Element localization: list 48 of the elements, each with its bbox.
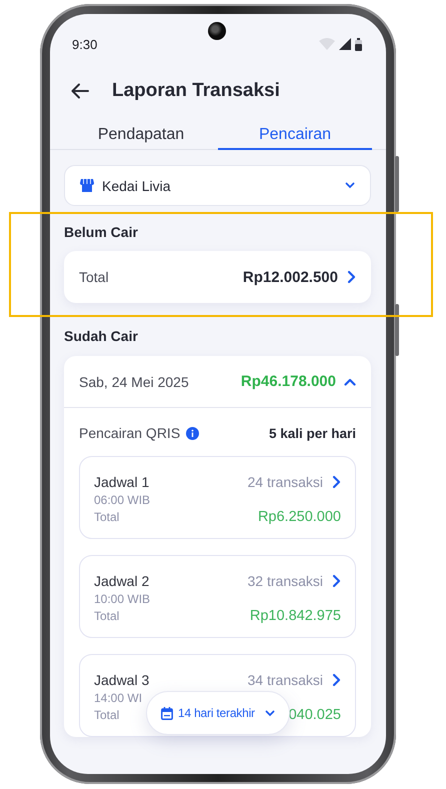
chevron-down-icon xyxy=(345,182,355,189)
schedule-time: 10:00 WIB xyxy=(94,592,150,607)
frequency-text: 5 kali per hari xyxy=(268,426,356,440)
pending-total-card[interactable]: Total Rp12.002.500 xyxy=(64,251,371,303)
date-filter-button[interactable]: 14 hari terakhir xyxy=(146,691,290,735)
section-title: Belum Cair xyxy=(64,223,139,241)
calendar-icon xyxy=(161,706,173,720)
day-amount: Rp46.178.000 xyxy=(240,373,336,390)
day-date: Sab, 24 Mei 2025 xyxy=(79,374,189,390)
schedule-name: Jadwal 3 xyxy=(94,672,150,689)
back-button[interactable] xyxy=(71,83,89,99)
schedule-amount: Rp6.250.000 xyxy=(258,509,341,525)
day-header[interactable]: Sab, 24 Mei 2025 Rp46.178.000 xyxy=(64,356,371,408)
total-amount: Rp12.002.500 xyxy=(242,268,338,286)
chevron-up-icon xyxy=(344,378,356,386)
transactions-link[interactable]: 24 transaksi xyxy=(248,474,341,490)
tab[interactable]: Pendapatan xyxy=(50,120,218,150)
method-label: Pencairan QRIS xyxy=(79,425,180,441)
total-label: Total xyxy=(79,269,109,285)
total-label: Total xyxy=(94,708,120,723)
chevron-right-icon xyxy=(346,270,356,284)
signal-icon xyxy=(339,38,351,50)
battery-icon xyxy=(355,38,362,50)
schedule-amount: Rp10.842.975 xyxy=(250,608,341,624)
chevron-down-icon xyxy=(264,710,275,716)
store-icon xyxy=(80,179,94,192)
info-icon xyxy=(186,426,200,440)
schedule-amount: 040.025 xyxy=(288,707,341,723)
schedule-time: 06:00 WIB xyxy=(94,493,150,508)
tab[interactable]: Pencairan xyxy=(218,120,372,150)
wifi-icon xyxy=(319,38,335,50)
total-label: Total xyxy=(94,510,120,525)
schedule-time: 14:00 WI xyxy=(94,691,144,706)
back-arrow-icon xyxy=(71,83,89,99)
chevron-right-icon xyxy=(331,673,341,687)
schedule-name: Jadwal 2 xyxy=(94,573,150,590)
status-time: 9:30 xyxy=(72,36,98,52)
transactions-link[interactable]: 32 transaksi xyxy=(248,573,341,589)
page-title: Laporan Transaksi xyxy=(112,80,280,102)
chevron-right-icon xyxy=(331,475,341,489)
camera-dot xyxy=(208,22,226,40)
total-label: Total xyxy=(94,609,120,624)
transactions-link[interactable]: 34 transaksi xyxy=(248,672,341,688)
store-name: Kedai Livia xyxy=(102,178,170,194)
section-title: Sudah Cair xyxy=(64,327,139,345)
schedule-name: Jadwal 1 xyxy=(94,474,150,491)
chevron-right-icon xyxy=(331,574,341,588)
store-dropdown[interactable]: Kedai Livia xyxy=(64,165,371,206)
